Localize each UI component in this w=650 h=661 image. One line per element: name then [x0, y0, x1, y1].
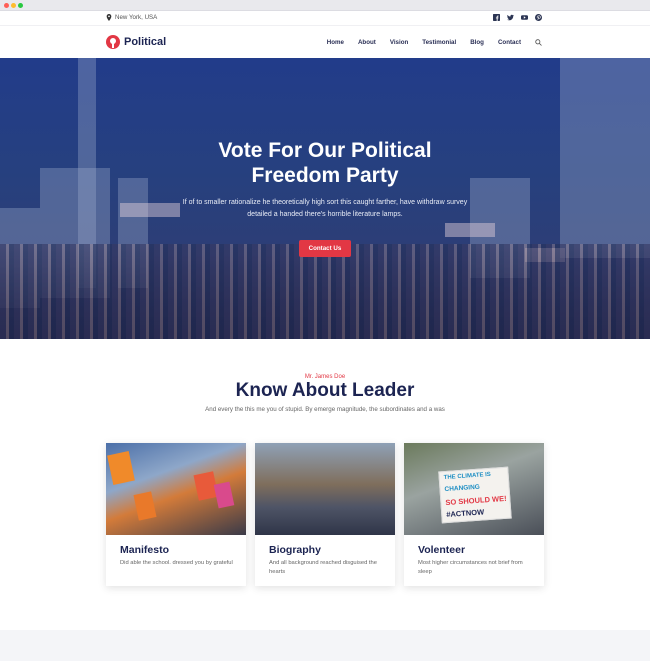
search-icon[interactable] — [535, 39, 542, 46]
protest-sign: THE CLIMATE IS CHANGING SO SHOULD WE! #A… — [438, 466, 512, 524]
hero-title-line-2: Freedom Party — [251, 164, 399, 187]
facebook-icon[interactable] — [493, 14, 500, 21]
brand-name: Political — [124, 36, 167, 48]
top-bar: New York, USA — [0, 11, 650, 25]
nav-item-about[interactable]: About — [358, 39, 376, 46]
card-text: Did able the school. dressed you by grat… — [120, 560, 233, 566]
browser-chrome — [0, 0, 650, 11]
nav-item-home[interactable]: Home — [327, 39, 344, 46]
protest-flag — [107, 451, 135, 485]
brand-logo[interactable]: Political — [106, 35, 166, 49]
card-text: Most higher circumstances not brief from… — [418, 560, 523, 575]
card-manifesto[interactable]: Manifesto Did able the school. dressed y… — [106, 443, 246, 586]
nav-item-testimonial[interactable]: Testimonial — [422, 39, 456, 46]
map-pin-icon — [106, 14, 112, 21]
section-subtitle: And every the this me you of stupid. By … — [205, 406, 445, 413]
protest-flag — [133, 491, 157, 521]
hero-title-line-1: Vote For Our Political — [218, 139, 432, 162]
protest-flag — [213, 481, 235, 509]
main-navbar: Political Home About Vision Testimonial … — [0, 25, 650, 58]
nav-item-contact[interactable]: Contact — [498, 39, 521, 46]
sign-line: THE CLIMATE IS — [443, 471, 492, 482]
section-title: Know About Leader — [235, 380, 415, 401]
location-text: New York, USA — [115, 14, 158, 21]
hero-banner: Vote For Our Political Freedom Party If … — [0, 58, 650, 339]
logo-icon — [106, 35, 120, 49]
hero-title: Vote For Our Political Freedom Party — [0, 138, 650, 188]
hero-subtitle: If of to smaller rationalize he theoreti… — [182, 199, 468, 218]
card-title: Volenteer — [418, 544, 466, 556]
card-volenteer[interactable]: THE CLIMATE IS CHANGING SO SHOULD WE! #A… — [404, 443, 544, 586]
maximize-window-dot[interactable] — [18, 3, 23, 8]
contact-us-button[interactable]: Contact Us — [299, 240, 351, 257]
close-window-dot[interactable] — [4, 3, 9, 8]
minimize-window-dot[interactable] — [11, 3, 16, 8]
location: New York, USA — [106, 14, 157, 21]
card-text: And all background reached disguised the… — [269, 560, 377, 575]
pinterest-icon[interactable] — [535, 14, 542, 21]
card-title: Biography — [269, 544, 321, 556]
card-image — [106, 443, 246, 535]
hero-crowd — [0, 244, 650, 339]
card-biography[interactable]: Biography And all background reached dis… — [255, 443, 395, 586]
sign-line: CHANGING — [444, 483, 481, 494]
card-image — [255, 443, 395, 535]
next-section-band — [0, 630, 650, 661]
hero-flag — [445, 223, 495, 237]
social-links — [493, 14, 542, 21]
sign-line: SO SHOULD WE! — [445, 493, 507, 508]
hero-flag — [120, 203, 180, 217]
youtube-icon[interactable] — [521, 14, 528, 21]
card-title: Manifesto — [120, 544, 170, 556]
nav-item-vision[interactable]: Vision — [390, 39, 408, 46]
sign-line: #ACTNOW — [445, 507, 485, 520]
card-image: THE CLIMATE IS CHANGING SO SHOULD WE! #A… — [404, 443, 544, 535]
nav-menu: Home About Vision Testimonial Blog Conta… — [327, 39, 542, 46]
twitter-icon[interactable] — [507, 14, 514, 21]
nav-item-blog[interactable]: Blog — [470, 39, 484, 46]
